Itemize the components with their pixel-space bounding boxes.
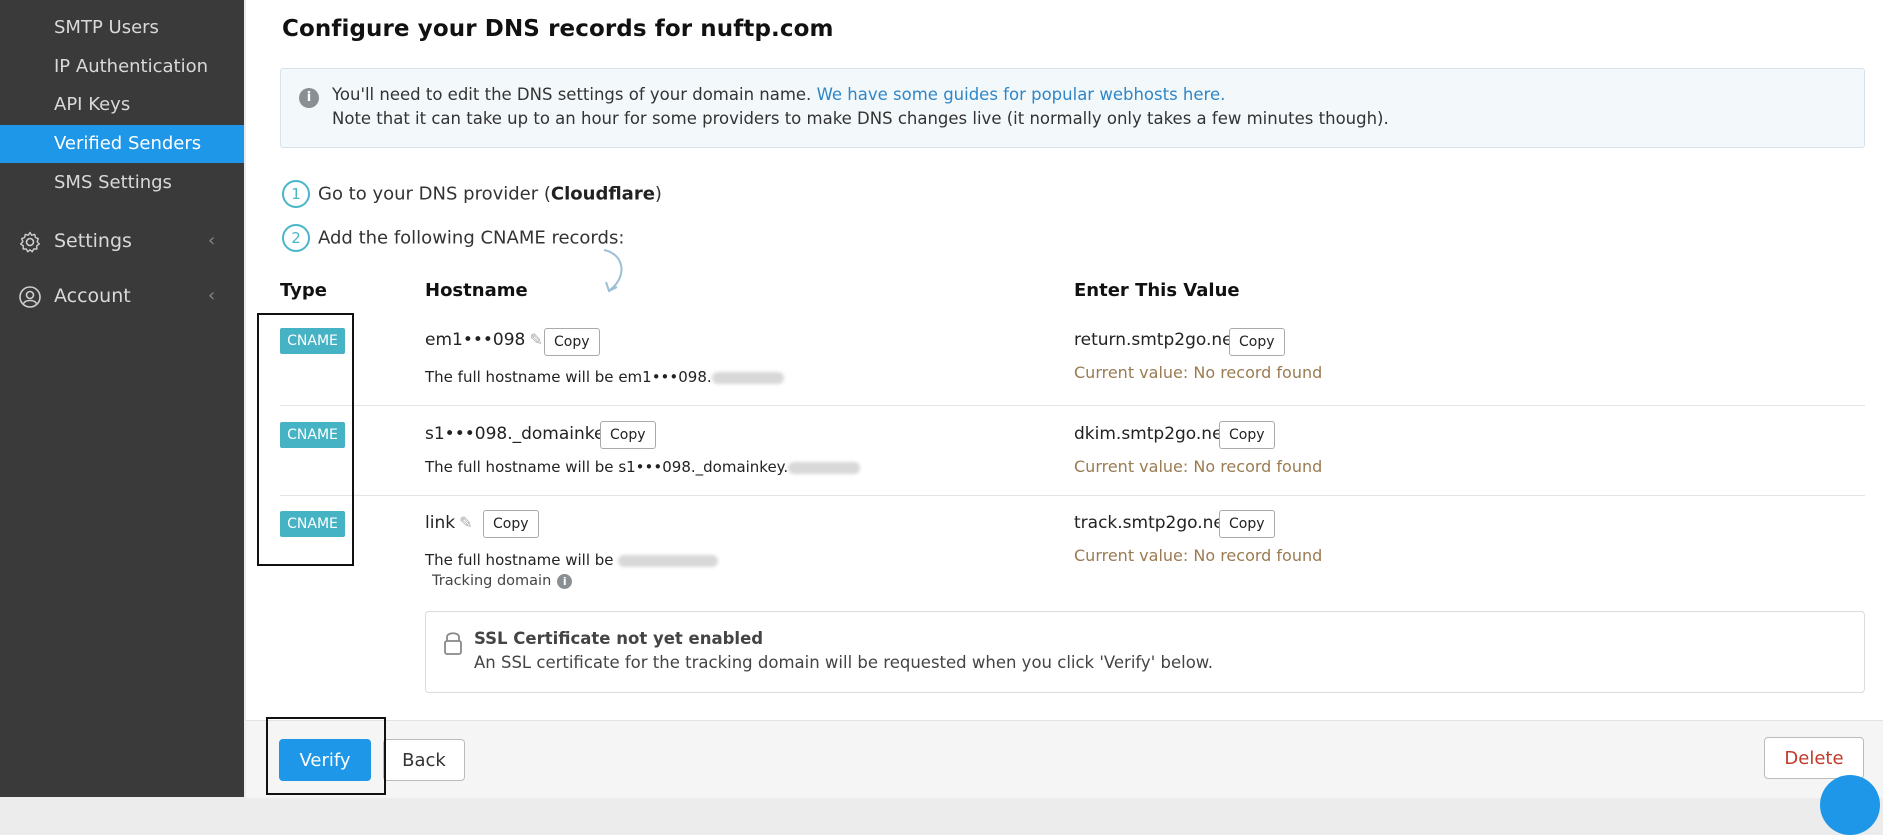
gear-icon	[20, 231, 40, 253]
record-value: return.smtp2go.net	[1074, 330, 1240, 350]
info-icon: i	[299, 88, 319, 108]
full-hostname-text: em1•••098.	[618, 368, 712, 386]
tracking-domain-tag: Tracking domain i	[432, 573, 573, 589]
copy-hostname-button[interactable]: Copy	[483, 510, 539, 538]
redacted-domain	[711, 371, 784, 384]
lock-icon	[444, 632, 462, 655]
sidebar-item-label: SMS Settings	[54, 172, 172, 193]
step-1-prefix: Go to your DNS provider (	[318, 183, 551, 205]
step-1-suffix: )	[654, 183, 662, 205]
copy-hostname-button[interactable]: Copy	[544, 328, 600, 356]
column-header-hostname: Hostname	[425, 280, 528, 301]
copy-value-button[interactable]: Copy	[1229, 328, 1285, 356]
sidebar-item-label: IP Authentication	[54, 56, 209, 77]
full-hostname: The full hostname will be	[425, 551, 719, 569]
redacted-domain	[788, 461, 861, 474]
dns-provider-name: Cloudflare	[550, 183, 655, 205]
sidebar-item-label: API Keys	[54, 94, 131, 115]
record-hostname: s1•••098._domainkey	[425, 424, 615, 444]
copy-hostname-button[interactable]: Copy	[600, 421, 656, 449]
info-text: You'll need to edit the DNS settings of …	[332, 85, 812, 104]
current-value-status: Current value: No record found	[1074, 457, 1323, 476]
hostname-text: em1•••098	[425, 330, 526, 350]
page-title: Configure your DNS records for nuftp.com	[282, 16, 834, 42]
info-icon[interactable]: i	[557, 573, 573, 589]
sidebar-item-api-keys[interactable]: API Keys	[0, 86, 244, 124]
delete-button[interactable]: Delete	[1764, 737, 1864, 779]
full-hostname-prefix: The full hostname will be	[425, 551, 614, 569]
sidebar-item-label: SMTP Users	[54, 17, 159, 38]
edit-pencil-icon[interactable]: ✎	[529, 330, 542, 349]
chevron-left-icon: ‹	[208, 230, 216, 251]
full-hostname: The full hostname will be s1•••098._doma…	[425, 458, 861, 476]
tracking-domain-label: Tracking domain	[432, 573, 552, 589]
step-2-text: Add the following CNAME records:	[318, 227, 625, 249]
sidebar-item-smtp-users[interactable]: SMTP Users	[0, 9, 244, 47]
current-value-status: Current value: No record found	[1074, 363, 1323, 382]
step-2: 2 Add the following CNAME records:	[282, 224, 624, 252]
step-1: 1 Go to your DNS provider (Cloudflare)	[282, 180, 662, 208]
sidebar-section-account[interactable]: Account ‹	[0, 276, 244, 316]
info-line-1: You'll need to edit the DNS settings of …	[332, 85, 1225, 104]
settings-label: Settings	[54, 230, 132, 252]
full-hostname: The full hostname will be em1•••098.	[425, 368, 784, 386]
chat-widget-button[interactable]	[1820, 775, 1880, 835]
info-box: i You'll need to edit the DNS settings o…	[280, 68, 1865, 148]
step-1-text: Go to your DNS provider (Cloudflare)	[318, 184, 662, 205]
copy-value-button[interactable]: Copy	[1219, 510, 1275, 538]
redacted-domain	[618, 554, 719, 567]
hostname-text: link	[425, 513, 456, 533]
record-hostname: link ✎	[425, 513, 472, 533]
ssl-title: SSL Certificate not yet enabled	[474, 629, 764, 648]
back-button[interactable]: Back	[383, 739, 465, 781]
row-divider	[280, 405, 1865, 406]
webhost-guides-link[interactable]: We have some guides for popular webhosts…	[817, 85, 1226, 104]
step-number: 2	[282, 224, 310, 252]
chevron-left-icon: ‹	[208, 285, 216, 306]
current-value-status: Current value: No record found	[1074, 546, 1323, 565]
row-divider	[280, 495, 1865, 496]
ssl-description: An SSL certificate for the tracking doma…	[474, 653, 1214, 672]
record-value: dkim.smtp2go.net	[1074, 424, 1230, 444]
user-circle-icon	[19, 286, 41, 308]
sidebar-item-sms-settings[interactable]: SMS Settings	[0, 164, 244, 202]
dns-config-panel: Configure your DNS records for nuftp.com…	[246, 0, 1883, 798]
account-label: Account	[54, 285, 131, 307]
sidebar-item-label: Verified Senders	[54, 133, 202, 154]
full-hostname-prefix: The full hostname will be	[425, 368, 614, 386]
column-header-type: Type	[280, 280, 327, 301]
ssl-notice: SSL Certificate not yet enabled An SSL c…	[425, 611, 1865, 693]
column-header-value: Enter This Value	[1074, 280, 1240, 301]
sidebar: SMTP Users IP Authentication API Keys Ve…	[0, 0, 244, 797]
full-hostname-text: s1•••098._domainkey.	[618, 458, 789, 476]
record-hostname: em1•••098 ✎	[425, 330, 543, 350]
highlight-box-verify	[266, 717, 386, 795]
highlight-box-type-column	[257, 313, 354, 566]
info-line-2: Note that it can take up to an hour for …	[332, 109, 1389, 128]
sidebar-item-verified-senders[interactable]: Verified Senders	[0, 125, 244, 163]
copy-value-button[interactable]: Copy	[1219, 421, 1275, 449]
sidebar-section-settings[interactable]: Settings ‹	[0, 221, 244, 261]
step-number: 1	[282, 180, 310, 208]
edit-pencil-icon[interactable]: ✎	[459, 513, 472, 532]
record-value: track.smtp2go.net	[1074, 513, 1231, 533]
curved-arrow-icon	[603, 249, 623, 293]
form-footer: Verify Back Delete	[246, 720, 1883, 798]
full-hostname-prefix: The full hostname will be	[425, 458, 614, 476]
sidebar-item-ip-authentication[interactable]: IP Authentication	[0, 48, 244, 86]
